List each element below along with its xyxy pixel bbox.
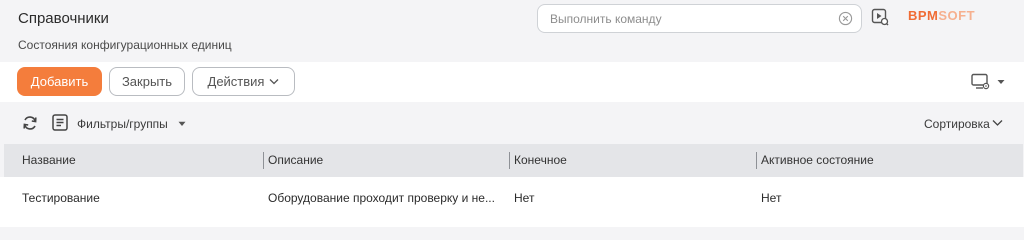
page-subtitle: Состояния конфигурационных единиц bbox=[18, 38, 232, 52]
actions-label: Действия bbox=[207, 74, 265, 89]
chevron-down-icon[interactable] bbox=[992, 119, 1003, 127]
logo-left: BPM bbox=[908, 8, 939, 23]
column-header-description[interactable]: Описание bbox=[268, 153, 323, 167]
actions-dropdown-button[interactable]: Действия bbox=[192, 67, 295, 96]
refresh-icon[interactable] bbox=[22, 115, 38, 131]
command-input[interactable] bbox=[538, 5, 818, 32]
cell-description: Оборудование проходит проверку и не... bbox=[268, 191, 495, 205]
close-button[interactable]: Закрыть bbox=[109, 67, 185, 96]
grid-header: Название Описание Конечное Активное сост… bbox=[4, 144, 1023, 177]
view-switch-button[interactable] bbox=[971, 73, 1005, 91]
cell-name: Тестирование bbox=[22, 191, 100, 205]
clear-icon[interactable] bbox=[838, 11, 853, 26]
command-box bbox=[537, 4, 862, 33]
display-settings-icon bbox=[971, 73, 990, 90]
cell-active-state: Нет bbox=[761, 191, 782, 205]
sort-label[interactable]: Сортировка bbox=[924, 117, 990, 131]
cell-final: Нет bbox=[514, 191, 535, 205]
column-divider[interactable] bbox=[263, 152, 264, 169]
caret-down-icon bbox=[997, 80, 1005, 84]
column-divider[interactable] bbox=[509, 152, 510, 169]
page-title: Справочники bbox=[18, 10, 109, 27]
data-grid: Название Описание Конечное Активное сост… bbox=[0, 144, 1024, 227]
process-run-icon[interactable] bbox=[871, 8, 889, 26]
table-row[interactable]: Тестирование Оборудование проходит прове… bbox=[0, 177, 1024, 227]
chevron-down-icon bbox=[270, 79, 279, 85]
logo-right: SOFT bbox=[938, 8, 976, 23]
column-header-active-state[interactable]: Активное состояние bbox=[761, 153, 874, 167]
action-toolbar: Добавить Закрыть Действия bbox=[0, 62, 1024, 102]
add-button[interactable]: Добавить bbox=[17, 67, 102, 96]
column-divider[interactable] bbox=[756, 152, 757, 169]
caret-down-icon[interactable] bbox=[178, 121, 186, 127]
filter-groups-label[interactable]: Фильтры/группы bbox=[77, 117, 168, 131]
page-header: Справочники Состояния конфигурационных е… bbox=[0, 0, 1024, 62]
column-header-name[interactable]: Название bbox=[22, 153, 76, 167]
column-header-final[interactable]: Конечное bbox=[514, 153, 567, 167]
filter-list-icon[interactable] bbox=[52, 114, 68, 131]
bpmsoft-logo: BPMSOFT bbox=[908, 8, 975, 23]
